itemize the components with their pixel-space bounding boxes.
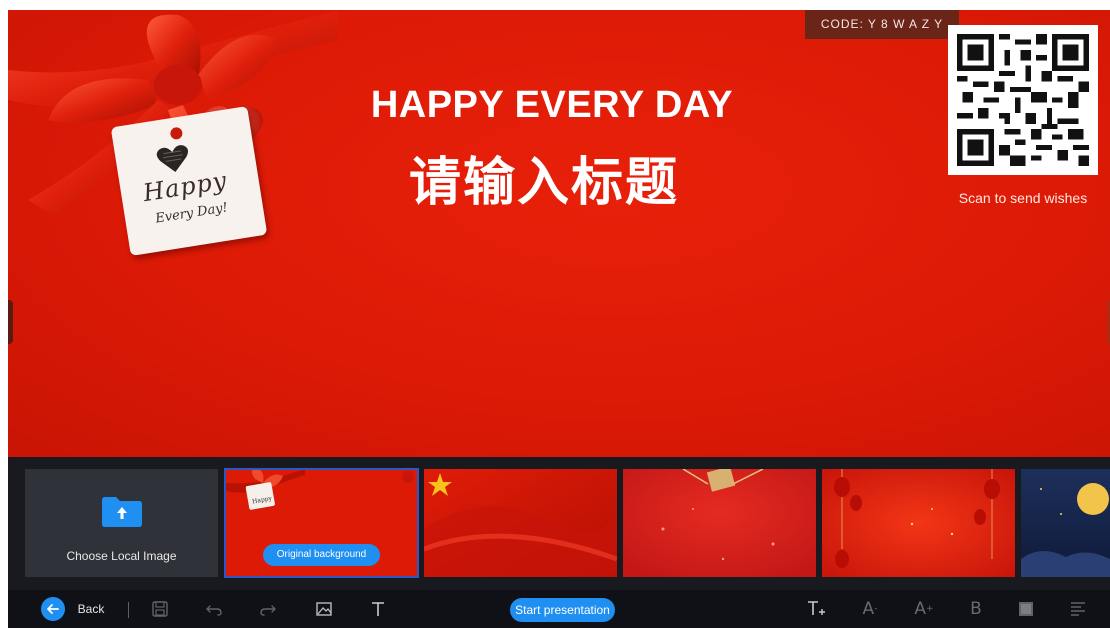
text-icon: [372, 602, 384, 616]
font-increase-button[interactable]: A +: [912, 590, 936, 628]
original-background-badge: Original background: [263, 544, 380, 566]
start-presentation-button[interactable]: Start presentation: [510, 598, 615, 622]
toolbar-divider: [128, 602, 129, 618]
thumb-red-gift-art: [623, 469, 816, 577]
choose-local-image-label: Choose Local Image: [66, 549, 177, 563]
insert-text-button[interactable]: [366, 590, 390, 628]
undo-button[interactable]: [202, 590, 226, 628]
save-icon: [152, 601, 168, 617]
bold-button[interactable]: B: [964, 590, 988, 628]
choose-local-image-button[interactable]: Choose Local Image: [25, 469, 218, 577]
thumb-red-silk[interactable]: [424, 469, 617, 577]
align-button[interactable]: [1066, 590, 1090, 628]
thumb-red-gift[interactable]: [623, 469, 816, 577]
text-style-icon: [808, 601, 825, 615]
background-selector: Choose Local Image Happy Original backgr…: [8, 457, 1110, 590]
align-icon: [1071, 602, 1085, 616]
save-button[interactable]: [148, 590, 172, 628]
thumb-night-moon-art: [1021, 469, 1110, 577]
code-badge: CODE: Y 8 W A Z Y: [805, 10, 959, 39]
thumb-red-lanterns[interactable]: [822, 469, 1015, 577]
qr-caption: Scan to send wishes: [958, 190, 1088, 206]
thumb-original-background[interactable]: Happy Original background: [224, 468, 419, 578]
presentation-canvas[interactable]: Happy Every Day! HAPPY EVERY DAY 请输入标题 C…: [8, 10, 1110, 457]
insert-image-button[interactable]: [312, 590, 336, 628]
text-style-button[interactable]: [804, 590, 828, 628]
title-english[interactable]: HAPPY EVERY DAY: [8, 84, 1103, 127]
redo-icon: [260, 605, 276, 616]
font-decrease-icon: A: [862, 599, 875, 619]
thumb-red-lanterns-art: [822, 469, 1015, 577]
font-increase-icon: A: [914, 599, 927, 619]
fill-color-button[interactable]: [1014, 590, 1038, 628]
redo-button[interactable]: [256, 590, 280, 628]
back-label[interactable]: Back: [74, 590, 108, 628]
image-icon: [316, 602, 332, 616]
left-panel-handle[interactable]: [8, 300, 13, 344]
thumb-night-moon[interactable]: [1021, 469, 1110, 577]
qr-code-icon: [957, 34, 1089, 166]
bold-icon: B: [970, 599, 982, 619]
qr-code: [948, 25, 1098, 175]
font-decrease-button[interactable]: A-: [858, 590, 882, 628]
thumb-red-silk-art: [424, 469, 617, 577]
title-chinese-placeholder[interactable]: 请输入标题: [8, 140, 1095, 215]
folder-upload-icon: [102, 497, 142, 527]
fill-color-icon: [1019, 602, 1033, 616]
back-button[interactable]: [38, 590, 68, 628]
back-icon: [41, 597, 65, 621]
undo-icon: [206, 605, 222, 616]
bottom-toolbar: Back Start presentation A- A + B: [8, 590, 1110, 628]
